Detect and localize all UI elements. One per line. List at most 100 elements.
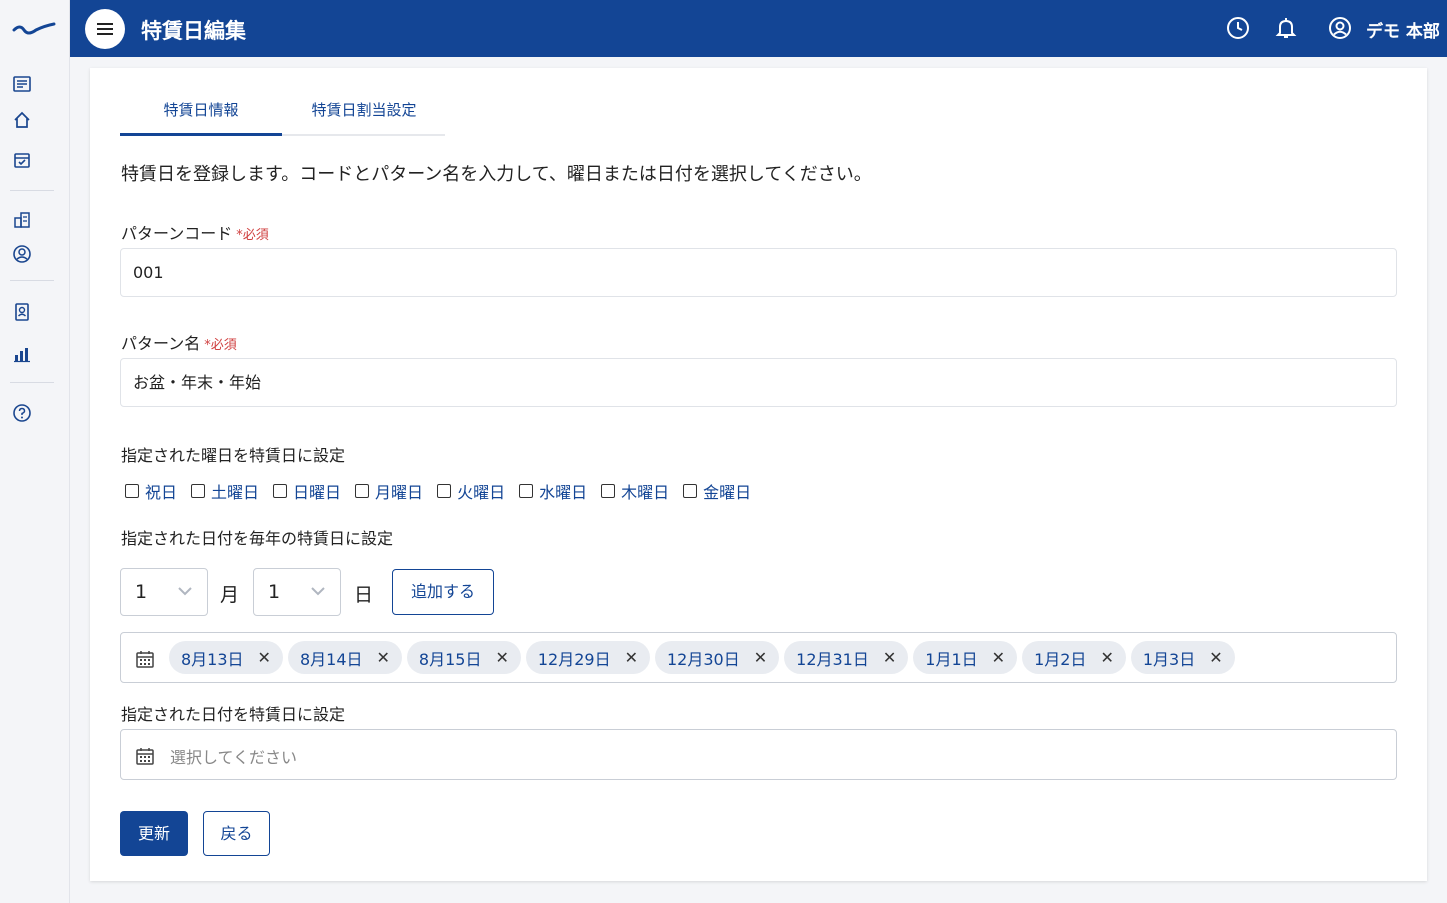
- weekday-checkboxes: 祝日 土曜日 日曜日 月曜日 火曜日 水曜日 木曜日 金曜日: [125, 479, 765, 503]
- checkbox-box[interactable]: [683, 484, 698, 498]
- date-chip[interactable]: 1月1日 ✕: [913, 641, 1018, 674]
- list-icon[interactable]: [10, 72, 34, 96]
- weekday-checkbox[interactable]: 祝日: [125, 479, 177, 503]
- checkbox-box[interactable]: [191, 484, 206, 498]
- remove-icon[interactable]: ✕: [495, 648, 508, 667]
- code-label: パターンコード *必須: [121, 220, 269, 244]
- clock-icon[interactable]: [1226, 16, 1250, 40]
- date-chip-text: 12月30日: [667, 649, 740, 669]
- calendar-check-icon[interactable]: [10, 148, 34, 172]
- tab-assignment[interactable]: 特賃日割当設定: [283, 88, 445, 136]
- day-value: 1: [268, 581, 281, 603]
- date-chip[interactable]: 8月13日 ✕: [169, 641, 283, 674]
- weekday-text: 日曜日: [293, 483, 342, 502]
- month-unit: 月: [220, 584, 240, 606]
- weekday-text: 金曜日: [703, 483, 752, 502]
- remove-icon[interactable]: ✕: [1209, 648, 1222, 667]
- day-unit: 日: [354, 584, 374, 606]
- date-placeholder: 選択してください: [170, 748, 298, 767]
- specific-date-label: 指定された日付を特賃日に設定: [121, 705, 346, 724]
- home-icon[interactable]: [10, 108, 34, 132]
- weekday-text: 土曜日: [211, 483, 260, 502]
- specific-dates-field[interactable]: 選択してください: [120, 729, 1397, 780]
- name-label-text: パターン名: [121, 334, 201, 353]
- date-chip[interactable]: 8月15日 ✕: [406, 641, 521, 674]
- date-chip-list: 8月13日 ✕ 8月14日 ✕ 8月15日 ✕ 12月29日 ✕ 12月30日 ✕ 12月…: [169, 641, 1240, 674]
- date-chip-text: 12月31日: [796, 649, 869, 669]
- weekday-checkbox[interactable]: 土曜日: [191, 479, 259, 503]
- weekday-text: 火曜日: [457, 483, 506, 502]
- page-title: 特賃日編集: [141, 19, 246, 43]
- annual-dates-field[interactable]: 8月13日 ✕ 8月14日 ✕ 8月15日 ✕ 12月29日 ✕ 12月30日 ✕ 12月…: [120, 632, 1397, 683]
- bar-chart-icon[interactable]: [10, 342, 34, 366]
- add-date-button[interactable]: 追加する: [392, 569, 494, 615]
- code-input[interactable]: 001: [120, 248, 1397, 297]
- tab-info[interactable]: 特賃日情報: [120, 88, 282, 136]
- date-chip-text: 1月1日: [925, 649, 978, 669]
- id-badge-icon[interactable]: [10, 300, 34, 324]
- date-chip-text: 12月29日: [537, 649, 611, 669]
- checkbox-box[interactable]: [601, 484, 616, 498]
- user-name[interactable]: デモ 本部: [1366, 17, 1440, 42]
- date-chip[interactable]: 1月3日 ✕: [1130, 641, 1235, 674]
- required-mark: *必須: [236, 228, 269, 243]
- date-chip[interactable]: 12月31日 ✕: [784, 641, 909, 674]
- date-chip[interactable]: 8月14日 ✕: [287, 641, 402, 674]
- update-button[interactable]: 更新: [120, 811, 188, 856]
- sidebar-divider: [10, 190, 54, 191]
- annual-date-label: 指定された日付を毎年の特賃日に設定: [121, 529, 394, 548]
- month-select[interactable]: 1: [120, 568, 208, 616]
- logo-icon: [12, 22, 56, 35]
- weekday-checkbox[interactable]: 火曜日: [437, 479, 505, 503]
- date-chip[interactable]: 1月2日 ✕: [1022, 641, 1126, 674]
- weekday-checkbox[interactable]: 水曜日: [519, 479, 587, 503]
- weekday-text: 祝日: [145, 483, 178, 502]
- hamburger-icon: [97, 23, 113, 35]
- user-circle-icon[interactable]: [10, 242, 34, 266]
- date-chip-text: 8月15日: [418, 649, 482, 669]
- tab-bar: 特賃日情報 特賃日割当設定: [120, 88, 445, 136]
- remove-icon[interactable]: ✕: [992, 648, 1005, 667]
- calendar-icon: [136, 748, 154, 765]
- back-button[interactable]: 戻る: [203, 811, 270, 856]
- remove-icon[interactable]: ✕: [258, 648, 271, 667]
- required-mark: *必須: [204, 338, 237, 353]
- remove-icon[interactable]: ✕: [883, 648, 896, 667]
- name-input[interactable]: お盆・年末・年始: [120, 358, 1397, 407]
- checkbox-box[interactable]: [273, 484, 288, 498]
- chevron-down-icon: [178, 587, 192, 596]
- edit-card: 特賃日情報 特賃日割当設定 特賃日を登録します。コードとパターン名を入力して、曜…: [90, 68, 1427, 881]
- remove-icon[interactable]: ✕: [377, 648, 390, 667]
- date-chip[interactable]: 12月30日 ✕: [655, 641, 780, 674]
- day-select[interactable]: 1: [253, 568, 341, 616]
- building-icon[interactable]: [10, 208, 34, 232]
- date-chip-text: 1月2日: [1034, 649, 1087, 669]
- header-bar: 特賃日編集 デモ 本部: [70, 0, 1447, 57]
- remove-icon[interactable]: ✕: [1100, 648, 1113, 667]
- calendar-icon: [136, 651, 154, 668]
- chevron-down-icon: [311, 587, 325, 596]
- sidebar-divider: [10, 280, 54, 281]
- user-account-icon[interactable]: [1328, 16, 1352, 40]
- weekday-text: 月曜日: [375, 483, 424, 502]
- weekday-checkbox[interactable]: 日曜日: [273, 479, 341, 503]
- sidebar-divider: [10, 382, 54, 383]
- date-chip-text: 8月13日: [181, 649, 244, 669]
- bell-icon[interactable]: [1274, 16, 1298, 40]
- weekday-checkbox[interactable]: 木曜日: [601, 479, 669, 503]
- menu-button[interactable]: [85, 9, 125, 49]
- checkbox-box[interactable]: [437, 484, 452, 498]
- weekday-text: 木曜日: [621, 483, 670, 502]
- remove-icon[interactable]: ✕: [754, 648, 767, 667]
- remove-icon[interactable]: ✕: [625, 648, 638, 667]
- checkbox-box[interactable]: [125, 484, 139, 498]
- checkbox-box[interactable]: [519, 484, 534, 498]
- page-description: 特賃日を登録します。コードとパターン名を入力して、曜日または日付を選択してくださ…: [121, 164, 872, 185]
- sidebar: [0, 0, 70, 903]
- weekday-checkbox[interactable]: 月曜日: [355, 479, 423, 503]
- date-chip[interactable]: 12月29日 ✕: [525, 641, 650, 674]
- date-chip-text: 8月14日: [299, 649, 363, 669]
- help-icon[interactable]: [10, 401, 34, 425]
- weekday-checkbox[interactable]: 金曜日: [683, 479, 751, 503]
- checkbox-box[interactable]: [355, 484, 370, 498]
